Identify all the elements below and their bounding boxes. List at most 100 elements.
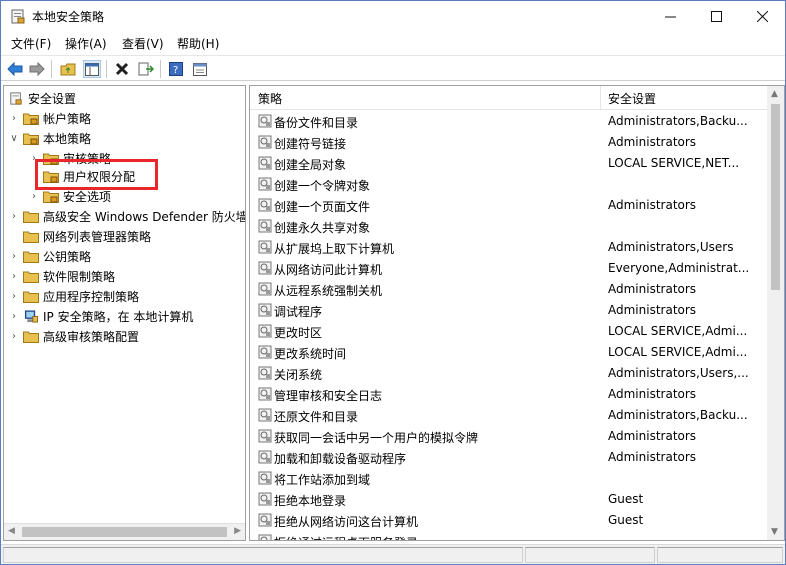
- table-row[interactable]: 备份文件和目录 Administrators,Backu...: [250, 111, 768, 132]
- expand-chevron-icon[interactable]: ›: [28, 191, 40, 202]
- help-icon: ?: [169, 62, 183, 76]
- folder-icon: [23, 231, 39, 243]
- table-row[interactable]: 拒绝从网络访问这台计算机 Guest: [250, 510, 768, 531]
- policy-name: 加载和卸载设备驱动程序: [274, 452, 407, 466]
- show-hide-tree-button[interactable]: [83, 60, 101, 78]
- menu-view[interactable]: 查看(V): [122, 35, 164, 52]
- table-row[interactable]: 拒绝通过远程桌面服务登录: [250, 531, 768, 540]
- sort-ascending-icon: ⌃: [422, 85, 431, 93]
- tree-item-advanced-audit-policy[interactable]: › 高级审核策略配置: [8, 326, 139, 346]
- table-row[interactable]: 创建一个令牌对象: [250, 174, 768, 195]
- show-hide-tree-icon: [85, 62, 99, 76]
- status-bar: [1, 544, 785, 564]
- help-button[interactable]: ?: [167, 60, 185, 78]
- policy-list[interactable]: ⌃ 策略 安全设置 备份文件和目录 Administrators,Backu...…: [249, 85, 785, 541]
- table-row[interactable]: 更改系统时间 LOCAL SERVICE,Admi...: [250, 342, 768, 363]
- table-row[interactable]: 加载和卸载设备驱动程序 Administrators: [250, 447, 768, 468]
- table-row[interactable]: 获取同一会话中另一个用户的模拟令牌 Administrators: [250, 426, 768, 447]
- menu-help[interactable]: 帮助(H): [177, 35, 219, 52]
- tree-item-windows-defender-firewall[interactable]: › 高级安全 Windows Defender 防火墙: [8, 206, 246, 226]
- red-highlight-annotation: [35, 159, 158, 190]
- tree-item-application-control[interactable]: › 应用程序控制策略: [8, 286, 139, 306]
- tree-item-label: 高级安全 Windows Defender 防火墙: [43, 209, 246, 224]
- scroll-left-arrow-icon[interactable]: ◀: [8, 526, 15, 536]
- policy-setting-icon: [258, 534, 272, 540]
- tree-item-security-settings[interactable]: 安全设置: [8, 88, 76, 108]
- policy-name: 创建一个页面文件: [274, 200, 371, 214]
- scrollbar-thumb[interactable]: [22, 527, 227, 537]
- table-row[interactable]: 管理审核和安全日志 Administrators: [250, 384, 768, 405]
- policy-setting-icon: [258, 177, 272, 191]
- table-row[interactable]: 创建符号链接 Administrators: [250, 132, 768, 153]
- policy-setting-icon: [258, 408, 272, 422]
- scroll-right-arrow-icon[interactable]: ▶: [234, 526, 241, 536]
- tree-item-label: 软件限制策略: [43, 269, 116, 284]
- menu-file[interactable]: 文件(F): [11, 35, 51, 52]
- table-row[interactable]: 将工作站添加到域: [250, 468, 768, 489]
- policy-setting-icon: [258, 366, 272, 380]
- table-row[interactable]: 从扩展坞上取下计算机 Administrators,Users: [250, 237, 768, 258]
- expand-chevron-icon[interactable]: ›: [8, 311, 20, 322]
- tree-item-software-restriction[interactable]: › 软件限制策略: [8, 266, 115, 286]
- tree-horizontal-scrollbar[interactable]: ◀ ▶: [4, 523, 245, 540]
- tree-item-label: 安全选项: [63, 189, 112, 204]
- maximize-button[interactable]: [693, 1, 739, 31]
- security-settings-icon: [10, 91, 22, 105]
- scroll-up-arrow-icon[interactable]: ▲: [771, 89, 778, 99]
- tree-item-label: 网络列表管理器策略: [43, 229, 152, 244]
- table-row[interactable]: 创建一个页面文件 Administrators: [250, 195, 768, 216]
- navigation-tree[interactable]: 安全设置 › 帐户策略 ∨ 本地策略 › 审核策略 用户权限分配 › 安全选项: [3, 85, 246, 541]
- tree-item-label: 本地策略: [43, 131, 92, 146]
- table-row[interactable]: 创建永久共享对象: [250, 216, 768, 237]
- folder-icon: [23, 271, 39, 283]
- column-header-policy[interactable]: 策略: [258, 90, 282, 107]
- table-row[interactable]: 创建全局对象 LOCAL SERVICE,NET...: [250, 153, 768, 174]
- tree-item-network-list-manager[interactable]: 网络列表管理器策略: [23, 226, 151, 246]
- policy-setting-icon: [258, 345, 272, 359]
- table-row[interactable]: 拒绝本地登录 Guest: [250, 489, 768, 510]
- expand-chevron-icon[interactable]: ›: [8, 211, 20, 222]
- forward-button[interactable]: [28, 60, 46, 78]
- tree-item-label: 帐户策略: [43, 111, 92, 126]
- table-row[interactable]: 调试程序 Administrators: [250, 300, 768, 321]
- export-list-button[interactable]: [137, 60, 155, 78]
- tree-item-label: 安全设置: [28, 91, 77, 106]
- minimize-icon: [664, 16, 676, 17]
- back-button[interactable]: [6, 60, 24, 78]
- expand-chevron-icon[interactable]: ›: [8, 113, 20, 124]
- policy-name: 创建符号链接: [274, 137, 347, 151]
- expand-chevron-icon[interactable]: ›: [8, 251, 20, 262]
- expand-chevron-icon[interactable]: ›: [8, 271, 20, 282]
- table-row[interactable]: 更改时区 LOCAL SERVICE,Admi...: [250, 321, 768, 342]
- local-security-policy-window: 本地安全策略 文件(F) 操作(A) 查看(V) 帮助(H) ? 安全设置 › …: [0, 0, 786, 565]
- column-header-security-setting[interactable]: 安全设置: [608, 90, 656, 107]
- tree-item-public-key-policies[interactable]: › 公钥策略: [8, 246, 91, 266]
- up-one-level-button[interactable]: [59, 60, 77, 78]
- table-row[interactable]: 从网络访问此计算机 Everyone,Administrat...: [250, 258, 768, 279]
- minimize-button[interactable]: [647, 1, 693, 31]
- scrollbar-thumb[interactable]: [771, 104, 780, 290]
- security-setting-value: LOCAL SERVICE,Admi...: [608, 345, 748, 359]
- menu-action[interactable]: 操作(A): [65, 35, 107, 52]
- policy-setting-icon: [258, 513, 272, 527]
- title-bar[interactable]: 本地安全策略: [1, 1, 785, 31]
- collapse-chevron-icon[interactable]: ∨: [8, 133, 20, 144]
- table-row[interactable]: 还原文件和目录 Administrators,Backu...: [250, 405, 768, 426]
- window-title: 本地安全策略: [32, 10, 105, 24]
- tree-item-ip-security[interactable]: › IP 安全策略，在 本地计算机: [8, 306, 193, 326]
- table-row[interactable]: 关闭系统 Administrators,Users,...: [250, 363, 768, 384]
- list-vertical-scrollbar[interactable]: ▲ ▼: [767, 86, 784, 540]
- delete-button[interactable]: [113, 60, 131, 78]
- toolbar-separator: [106, 60, 107, 78]
- scroll-down-arrow-icon[interactable]: ▼: [771, 527, 778, 537]
- folder-icon: [23, 291, 39, 303]
- tree-item-account-policies[interactable]: › 帐户策略: [8, 108, 91, 128]
- close-button[interactable]: [739, 1, 785, 31]
- expand-chevron-icon[interactable]: ›: [8, 331, 20, 342]
- tree-item-local-policies[interactable]: ∨ 本地策略: [8, 128, 91, 148]
- table-row[interactable]: 从远程系统强制关机 Administrators: [250, 279, 768, 300]
- column-divider[interactable]: [600, 86, 601, 110]
- properties-button[interactable]: [191, 60, 209, 78]
- expand-chevron-icon[interactable]: ›: [8, 291, 20, 302]
- menu-bar: 文件(F) 操作(A) 查看(V) 帮助(H): [1, 33, 785, 53]
